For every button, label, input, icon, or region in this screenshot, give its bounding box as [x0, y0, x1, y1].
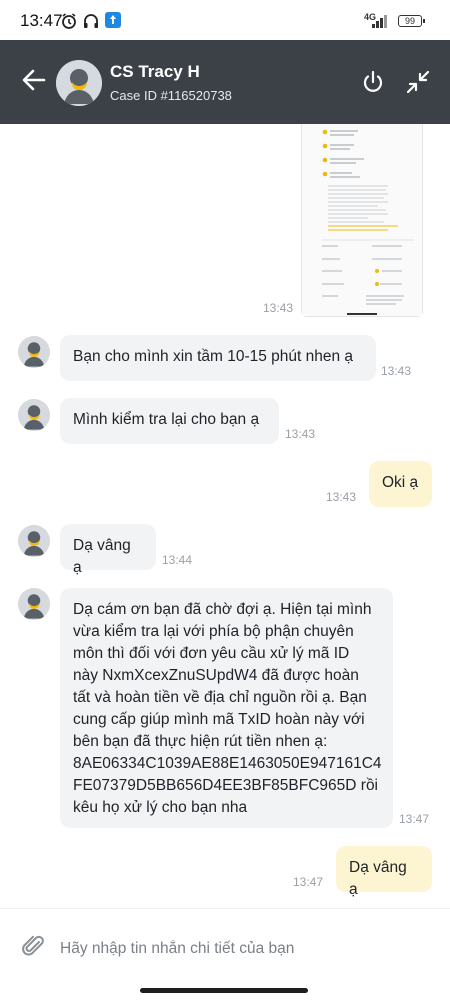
message-composer [0, 908, 450, 985]
message-time: 13:44 [162, 553, 193, 567]
agent-avatar [18, 399, 50, 431]
message-line: Dạ cám ơn bạn đã chờ đợi ạ. Hiện tại mìn… [73, 601, 372, 618]
agent-avatar [18, 525, 50, 557]
message-line: môn thì đối với đơn yêu cầu xử lý mã ID [73, 645, 350, 662]
chat-header: CS Tracy H Case ID #116520738 [0, 40, 450, 124]
agent-message-bubble: Mình kiểm tra lại cho bạn ạ [60, 398, 279, 444]
message-line: này NxmXcexZnuSUpdW4 đã được hoàn [73, 667, 359, 684]
message-time: 13:43 [326, 490, 357, 504]
user-message-bubble: Oki ạ [369, 461, 432, 507]
case-id: Case ID #116520738 [110, 88, 232, 103]
message-time: 13:47 [293, 875, 324, 889]
attached-screenshot[interactable] [301, 124, 423, 317]
message-time: 13:47 [399, 812, 430, 826]
alarm-icon [62, 13, 76, 29]
message-line: bên bạn đã thực hiện rút tiền nhen ạ: [73, 733, 328, 750]
message-line: cung cấp giúp mình mã TxID hoàn này với [73, 711, 365, 728]
headset-icon [84, 14, 98, 28]
network-type: 4G [364, 12, 377, 22]
battery-icon: 99 [398, 15, 425, 27]
minimize-icon[interactable] [405, 69, 431, 95]
status-time: 13:47 [20, 11, 63, 30]
message-line: 8AE06334C1039AE88E1463050E947161C4 [73, 755, 382, 772]
message-input[interactable] [58, 935, 432, 963]
agent-message-bubble: Bạn cho mình xin tầm 10-15 phút nhen ạ [60, 335, 376, 381]
agent-name: CS Tracy H [110, 62, 200, 81]
message-text: Mình kiểm tra lại cho bạn ạ [73, 411, 260, 428]
agent-message-bubble: Dạ cám ơn bạn đã chờ đợi ạ. Hiện tại mìn… [60, 588, 393, 828]
agent-avatar [18, 336, 50, 368]
message-line: FE07379D5BB656D4EE3BF85BFC965D rồi [73, 777, 379, 794]
app-notification-icon [105, 12, 121, 28]
agent-avatar [56, 60, 102, 106]
message-text: Dạ vâng ạ [73, 537, 131, 576]
chat-area[interactable]: 13:43 Bạn cho mình xin tầm 10-15 phút nh… [0, 124, 450, 908]
back-arrow-icon[interactable] [20, 66, 48, 94]
message-text: Dạ vâng ạ [349, 859, 407, 898]
message-time: 13:43 [263, 301, 294, 315]
message-text: Oki ạ [382, 474, 419, 491]
power-icon[interactable] [360, 69, 386, 95]
message-time: 13:43 [381, 364, 412, 378]
user-message-bubble: Dạ vâng ạ [336, 846, 432, 898]
message-time: 13:43 [285, 427, 316, 441]
message-text: Bạn cho mình xin tầm 10-15 phút nhen ạ [73, 348, 354, 365]
message-line: vừa kiểm tra lại với phía bộ phận chuyên [73, 623, 354, 640]
message-line: tất và hoàn tiền về địa chỉ nguồn rồi ạ.… [73, 689, 367, 706]
paperclip-icon[interactable] [20, 933, 46, 959]
agent-avatar [18, 588, 50, 620]
agent-message-bubble: Dạ vâng ạ [60, 524, 156, 576]
message-line: kêu họ xử lý cho bạn nha [73, 799, 248, 816]
status-bar: 13:47 4G 99 [0, 0, 450, 40]
home-indicator[interactable] [140, 988, 308, 993]
